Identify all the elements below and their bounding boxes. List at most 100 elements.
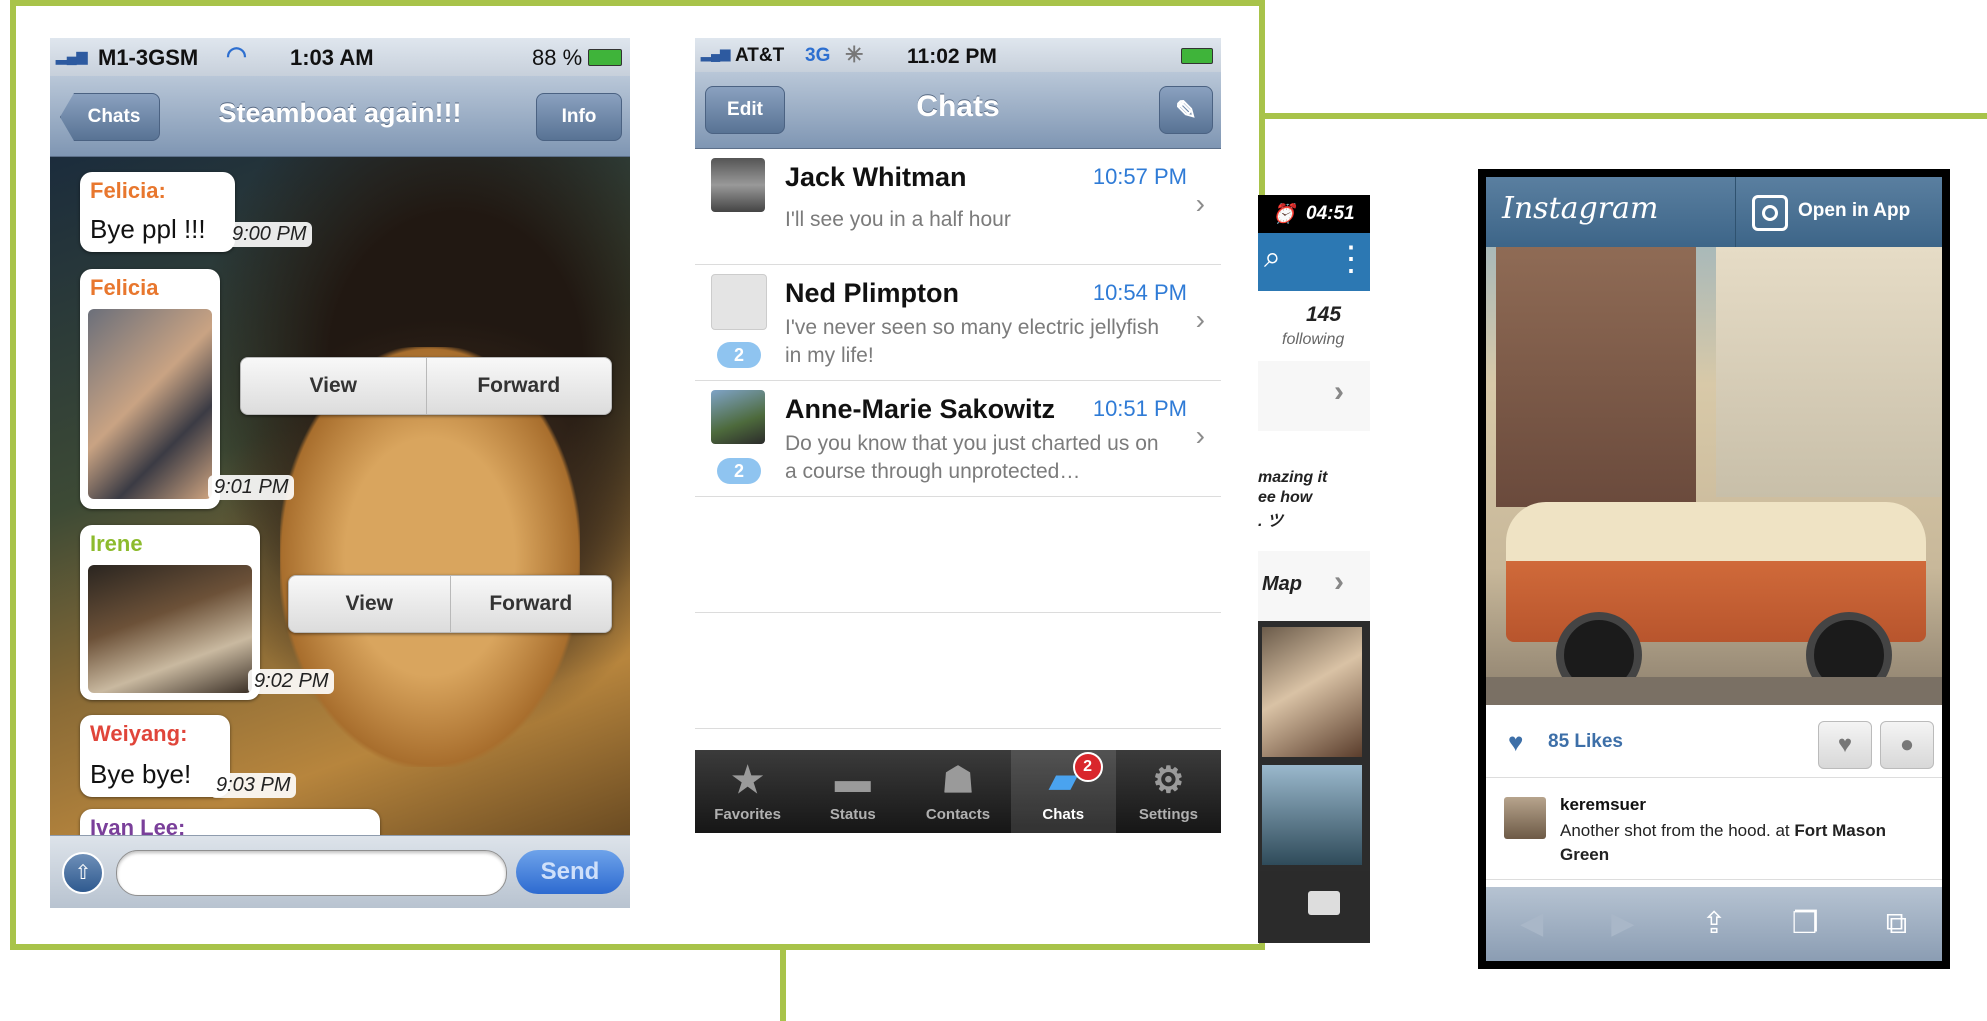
list-item[interactable]: › [1258,361,1370,432]
alarm-icon: ⏰ [1272,204,1296,225]
comment-button[interactable]: ● [1880,721,1934,769]
star-icon: ★ [731,759,764,800]
bookmarks-icon[interactable]: ❐ [1760,887,1851,961]
username[interactable]: keremsuer [1560,795,1646,815]
chevron-right-icon: › [1334,565,1344,598]
tab-label: Chats [1042,806,1085,823]
map-label: Map [1262,573,1302,595]
tab-settings[interactable]: ⚙ Settings [1116,750,1221,833]
app-toolbar: ⌕ ⋮ [1258,233,1370,291]
message-bubble[interactable]: Weiyang: Bye bye! [80,715,230,797]
photo-message-bubble[interactable]: Felicia [80,269,220,509]
message-timestamp: 9:03 PM [210,773,297,798]
view-button[interactable]: View [289,576,450,632]
loading-spinner-icon: ✳ [845,42,864,67]
map-cell[interactable]: Map › [1258,551,1370,622]
attach-up-arrow-icon[interactable]: ⇧ [62,852,104,894]
status-time: 11:02 PM [907,45,997,68]
compose-button[interactable]: ✎ [1159,86,1213,134]
share-icon[interactable]: ⇪ [1668,887,1759,961]
status-bar: ⏰ 04:51 [1258,195,1370,233]
following-count: 145 [1306,303,1342,326]
camera-icon [1752,195,1788,231]
message-time: 10:54 PM [1092,280,1187,305]
wifi-icon: ◠ [226,42,247,69]
shared-photo[interactable] [88,309,212,499]
status-bar: ▂▄▆ AT&T 3G ✳ 11:02 PM [695,38,1221,72]
send-button[interactable]: Send [516,850,624,894]
safari-toolbar: ◀ ▶ ⇪ ❐ ⧉ [1486,887,1942,961]
status-time: 1:03 AM [290,45,374,70]
tabs-icon[interactable]: ⧉ [1851,887,1942,961]
list-view-icon[interactable] [1308,891,1340,915]
chats-badge: 2 [1072,752,1103,782]
tab-label: Contacts [925,806,991,823]
avatar [1504,797,1546,839]
network-label: 3G [805,45,831,66]
snippet-line: ee how [1258,489,1313,506]
message-time: 10:51 PM [1092,396,1187,421]
caption-text: Another shot from the hood. at Fort Maso… [1560,819,1890,867]
following-cell[interactable]: 145 following [1258,291,1370,362]
message-bubble[interactable]: Felicia: Bye ppl !!! [80,172,235,252]
signal-icon: ▂▄▆ [701,46,731,61]
heart-icon: ♥ [1508,727,1524,757]
chevron-right-icon: › [1334,375,1344,408]
comment-icon: ● [1899,731,1915,758]
frame-line-left [10,0,16,950]
post-snippet[interactable]: mazing it ee how . ツ [1258,431,1370,552]
message-time: 10:57 PM [1092,164,1187,189]
back-arrow-icon[interactable]: ◀ [1486,887,1577,961]
message-preview: I'll see you in a half hour [785,208,1011,231]
chat-row[interactable]: Jack Whitman 10:57 PM I'll see you in a … [695,148,1221,265]
open-in-app-button[interactable]: Open in App [1735,177,1942,247]
shared-photo[interactable] [88,565,252,693]
frame-line-top [10,0,1265,6]
view-button[interactable]: View [241,358,426,414]
photo-message-bubble[interactable]: Irene [80,525,260,700]
tab-contacts[interactable]: ☗ Contacts [905,750,1010,833]
photo-thumbnail[interactable] [1262,765,1362,865]
chevron-right-icon: › [1195,188,1205,219]
instagram-photo[interactable] [1486,247,1942,705]
chat-row[interactable]: 2 Ned Plimpton 10:54 PM I've never seen … [695,264,1221,381]
snippet-line: . ツ [1258,513,1283,530]
message-timestamp: 9:02 PM [248,669,335,694]
building-left [1496,247,1696,507]
like-button[interactable]: ♥ [1818,721,1872,769]
likes-bar: ♥ 85 Likes ♥ ● [1486,707,1942,778]
message-input[interactable] [116,850,507,896]
group-chat-screen: ▂▄▆ M1-3GSM ◠ 1:03 AM 88 % Chats Steambo… [50,38,630,908]
caption: keremsuer Another shot from the hood. at… [1486,777,1942,880]
snippet-line: mazing it [1258,469,1328,486]
photo-thumbnail[interactable] [1262,627,1362,757]
message-timestamp: 9:01 PM [208,475,295,500]
status-time: 04:51 [1306,203,1355,224]
partial-app-screen: ⏰ 04:51 ⌕ ⋮ 145 following › mazing it ee… [1258,195,1370,943]
instagram-content: Instagram Open in App ♥ 85 Likes ♥ ● ker… [1486,177,1942,961]
forward-button[interactable]: Forward [425,358,612,414]
chat-row[interactable]: 2 Anne-Marie Sakowitz 10:51 PM Do you kn… [695,380,1221,497]
frame-line-connector [780,944,786,1021]
following-label: following [1282,331,1345,348]
compose-icon: ✎ [1175,95,1197,125]
tab-chats[interactable]: ▰ 2 Chats [1010,750,1116,833]
avatar [711,158,765,212]
avatar [711,274,767,330]
likes-count[interactable]: 85 Likes [1548,731,1623,753]
tab-bar: ★ Favorites ▬ Status ☗ Contacts ▰ 2 Chat… [695,750,1221,833]
chats-title: Chats [916,90,1000,123]
tab-status[interactable]: ▬ Status [800,750,905,833]
overflow-menu-icon[interactable]: ⋮ [1334,239,1368,279]
forward-button[interactable]: Forward [449,576,612,632]
message-text: Bye ppl !!! [90,214,206,244]
battery-icon [1181,48,1213,64]
info-button[interactable]: Info [536,93,622,141]
search-icon[interactable]: ⌕ [1264,241,1281,275]
forward-arrow-icon[interactable]: ▶ [1577,887,1668,961]
avatar [711,390,765,444]
tab-favorites[interactable]: ★ Favorites [695,750,800,833]
open-in-app-label: Open in App [1798,200,1911,221]
chat-wallpaper: Felicia: Bye ppl !!! 9:00 PM Felicia 9:0… [50,157,630,869]
status-bar: ▂▄▆ M1-3GSM ◠ 1:03 AM 88 % [50,38,630,76]
